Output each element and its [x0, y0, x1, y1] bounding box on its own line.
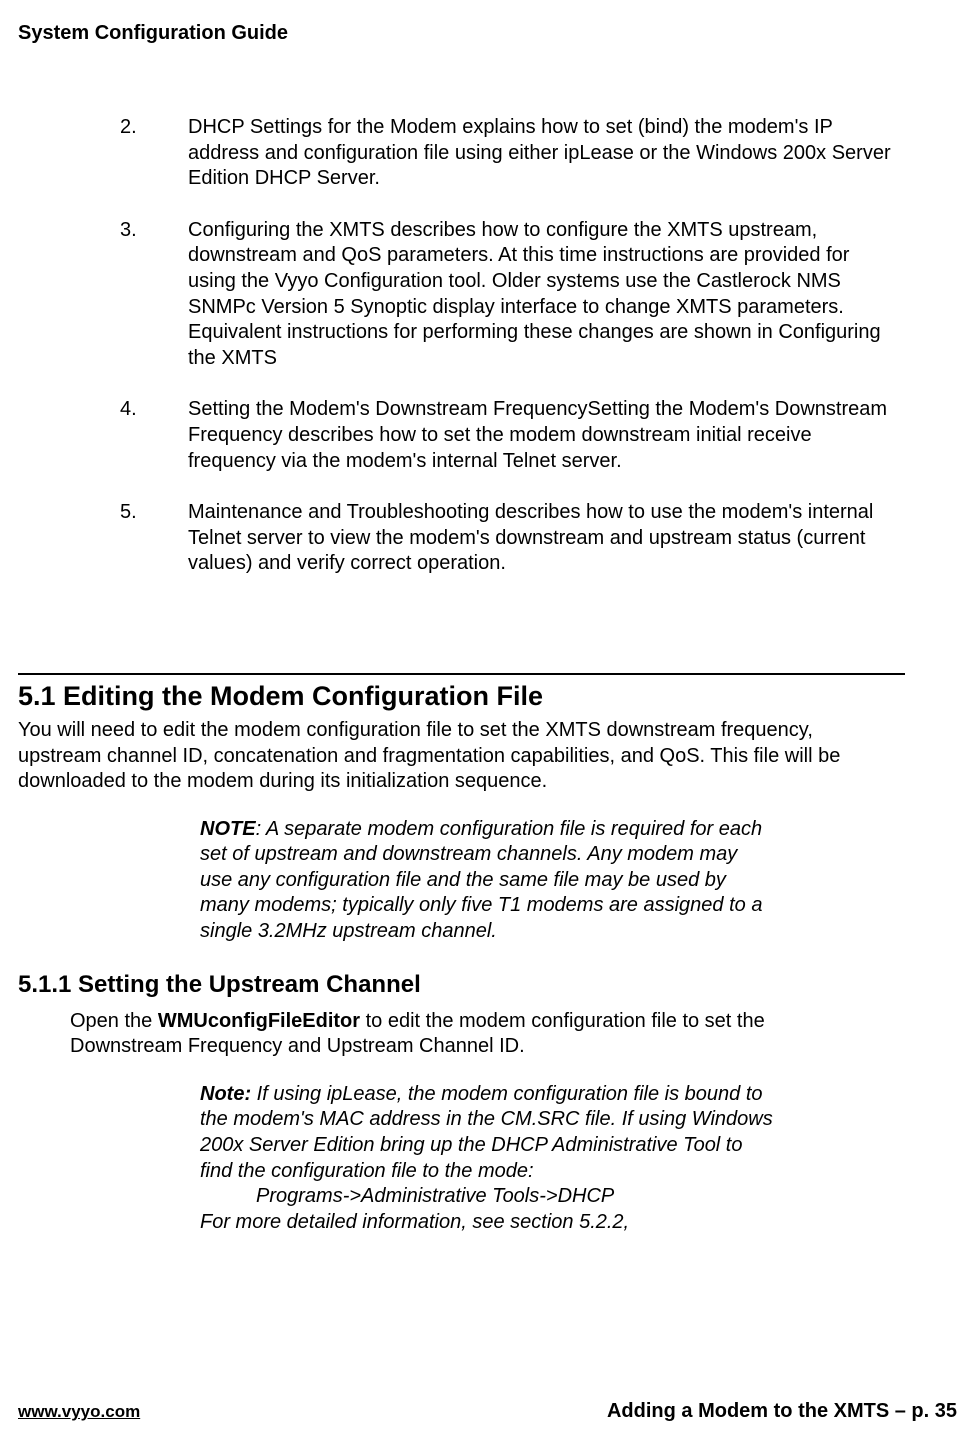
note-label: Note:: [200, 1083, 251, 1105]
section-divider: [18, 673, 905, 675]
list-item-text: DHCP Settings for the Modem explains how…: [188, 115, 905, 192]
numbered-list: 2. DHCP Settings for the Modem explains …: [120, 115, 905, 577]
list-item: 3. Configuring the XMTS describes how to…: [120, 218, 905, 372]
list-item-number: 4.: [120, 397, 188, 474]
list-item: 5. Maintenance and Troubleshooting descr…: [120, 500, 905, 577]
subsection-heading: 5.1.1 Setting the Upstream Channel: [18, 971, 905, 999]
note-text-line2: For more detailed information, see secti…: [200, 1211, 629, 1233]
list-item-text: Configuring the XMTS describes how to co…: [188, 218, 905, 372]
para-text-pre: Open the: [70, 1010, 158, 1032]
note-block: NOTE: A separate modem configuration fil…: [200, 817, 765, 945]
page-footer: www.vyyo.com Adding a Modem to the XMTS …: [18, 1400, 957, 1423]
section-heading: 5.1 Editing the Modem Configuration File: [18, 681, 905, 712]
list-item-text: Setting the Modem's Downstream Frequency…: [188, 397, 905, 474]
page-header-title: System Configuration Guide: [18, 22, 905, 45]
footer-url-link[interactable]: www.vyyo.com: [18, 1402, 140, 1422]
list-item-text: Maintenance and Troubleshooting describe…: [188, 500, 905, 577]
note-text: : A separate modem configuration file is…: [200, 818, 762, 942]
note-text-line1: If using ipLease, the modem configuratio…: [200, 1083, 773, 1182]
list-item-number: 2.: [120, 115, 188, 192]
footer-page-label: Adding a Modem to the XMTS – p. 35: [607, 1400, 957, 1423]
list-item: 2. DHCP Settings for the Modem explains …: [120, 115, 905, 192]
list-item-number: 5.: [120, 500, 188, 577]
list-item: 4. Setting the Modem's Downstream Freque…: [120, 397, 905, 474]
note-block: Note: If using ipLease, the modem config…: [200, 1082, 775, 1236]
note-indented-line: Programs->Administrative Tools->DHCP: [200, 1184, 775, 1210]
section-paragraph: You will need to edit the modem configur…: [18, 718, 905, 795]
note-label: NOTE: [200, 818, 256, 840]
para-text-bold: WMUconfigFileEditor: [158, 1010, 360, 1032]
list-item-number: 3.: [120, 218, 188, 372]
subsection-paragraph: Open the WMUconfigFileEditor to edit the…: [70, 1009, 905, 1060]
